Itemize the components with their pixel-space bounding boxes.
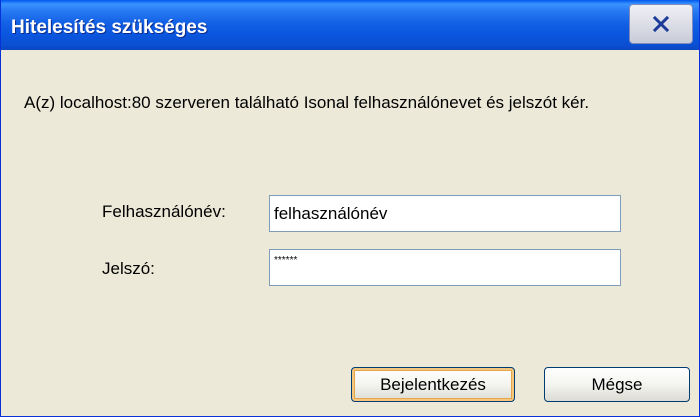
title-bar[interactable]: Hitelesítés szükséges [1, 0, 699, 50]
close-x-icon [630, 5, 692, 43]
login-button[interactable]: Bejelentkezés [351, 367, 515, 402]
cancel-button[interactable]: Mégse [544, 367, 690, 402]
dialog-title: Hitelesítés szükséges [11, 17, 208, 38]
password-label: Jelszó: [102, 259, 155, 278]
close-button[interactable] [629, 4, 693, 44]
username-label: Felhasználónév: [102, 202, 226, 221]
username-field[interactable] [269, 195, 621, 232]
password-field[interactable] [269, 249, 621, 286]
auth-message: A(z) localhost:80 szerveren található Is… [24, 93, 590, 112]
auth-dialog: Hitelesítés szükséges A(z) localhost:80 … [0, 0, 700, 417]
